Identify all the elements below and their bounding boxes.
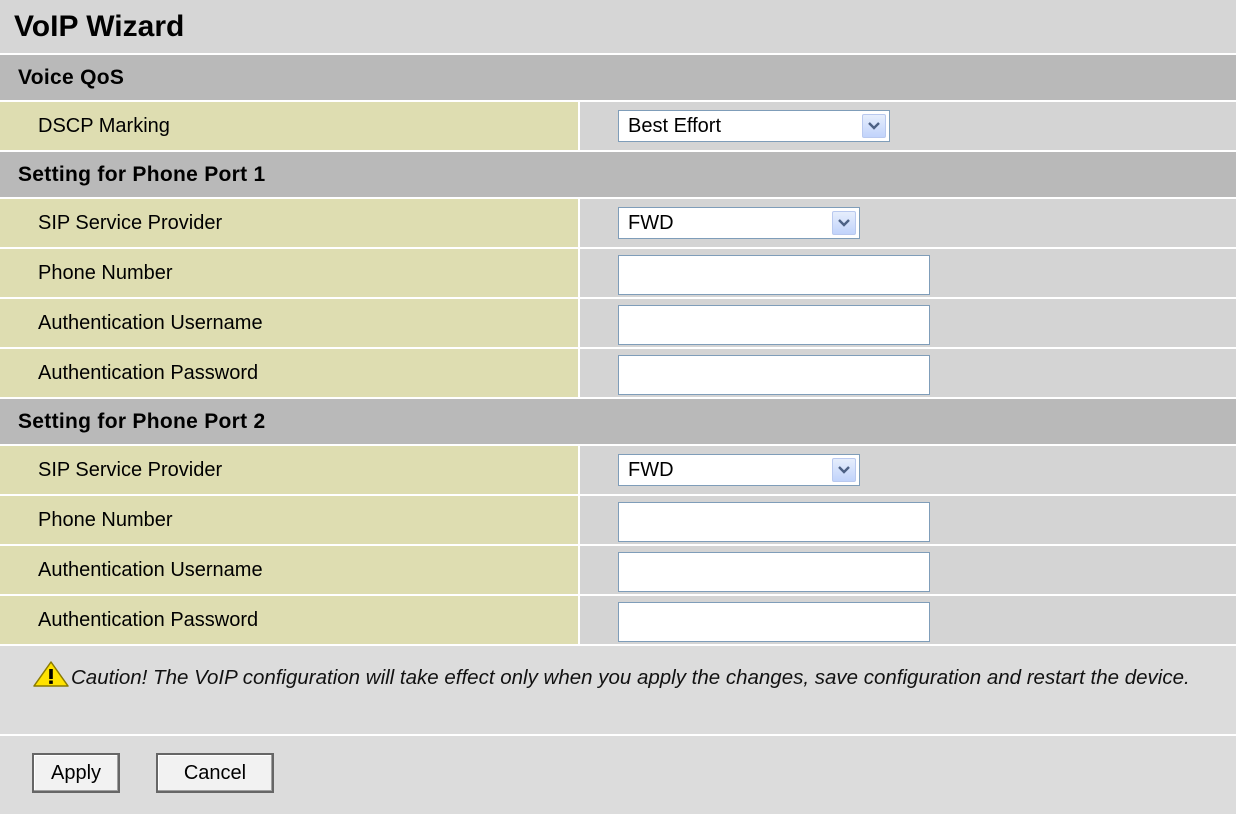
port2-password-row: Authentication Password: [0, 596, 1236, 646]
port2-provider-select[interactable]: FWD: [618, 454, 860, 486]
port1-phone-number-input[interactable]: [618, 255, 930, 295]
caution-text: Caution! The VoIP configuration will tak…: [71, 666, 1190, 689]
dscp-marking-row: DSCP Marking Best Effort: [0, 102, 1236, 152]
apply-button[interactable]: Apply: [32, 753, 120, 793]
section-phone-port-2: Setting for Phone Port 2: [0, 399, 1236, 446]
port2-password-input[interactable]: [618, 602, 930, 642]
port1-username-input[interactable]: [618, 305, 930, 345]
port2-phone-row: Phone Number: [0, 496, 1236, 546]
port2-username-input[interactable]: [618, 552, 930, 592]
port1-phone-row: Phone Number: [0, 249, 1236, 299]
chevron-down-icon[interactable]: [832, 211, 856, 235]
port1-provider-label: SIP Service Provider: [0, 199, 580, 247]
voip-wizard-page: VoIP Wizard Voice QoS DSCP Marking Best …: [0, 0, 1236, 814]
port1-provider-row: SIP Service Provider FWD: [0, 199, 1236, 249]
port2-provider-row: SIP Service Provider FWD: [0, 446, 1236, 496]
port1-phone-label: Phone Number: [0, 249, 580, 297]
dscp-marking-value: Best Effort: [628, 115, 722, 137]
port2-provider-value: FWD: [628, 459, 674, 481]
dscp-marking-label: DSCP Marking: [0, 102, 580, 150]
dscp-marking-select[interactable]: Best Effort: [618, 110, 890, 142]
page-title: VoIP Wizard: [0, 0, 1236, 55]
port1-password-label: Authentication Password: [0, 349, 580, 397]
port2-provider-label: SIP Service Provider: [0, 446, 580, 494]
port1-username-label: Authentication Username: [0, 299, 580, 347]
chevron-down-icon[interactable]: [832, 458, 856, 482]
port1-username-row: Authentication Username: [0, 299, 1236, 349]
port1-provider-value: FWD: [628, 212, 674, 234]
port2-username-row: Authentication Username: [0, 546, 1236, 596]
port2-password-label: Authentication Password: [0, 596, 580, 644]
port2-phone-label: Phone Number: [0, 496, 580, 544]
port1-password-row: Authentication Password: [0, 349, 1236, 399]
chevron-down-icon[interactable]: [862, 114, 886, 138]
port2-phone-number-input[interactable]: [618, 502, 930, 542]
port2-username-label: Authentication Username: [0, 546, 580, 594]
port1-provider-select[interactable]: FWD: [618, 207, 860, 239]
cancel-button[interactable]: Cancel: [156, 753, 274, 793]
warning-icon: [32, 660, 70, 688]
port1-password-input[interactable]: [618, 355, 930, 395]
section-voice-qos: Voice QoS: [0, 55, 1236, 102]
button-bar: Apply Cancel: [0, 736, 1236, 806]
section-phone-port-1: Setting for Phone Port 1: [0, 152, 1236, 199]
caution-notice: Caution! The VoIP configuration will tak…: [0, 646, 1236, 736]
